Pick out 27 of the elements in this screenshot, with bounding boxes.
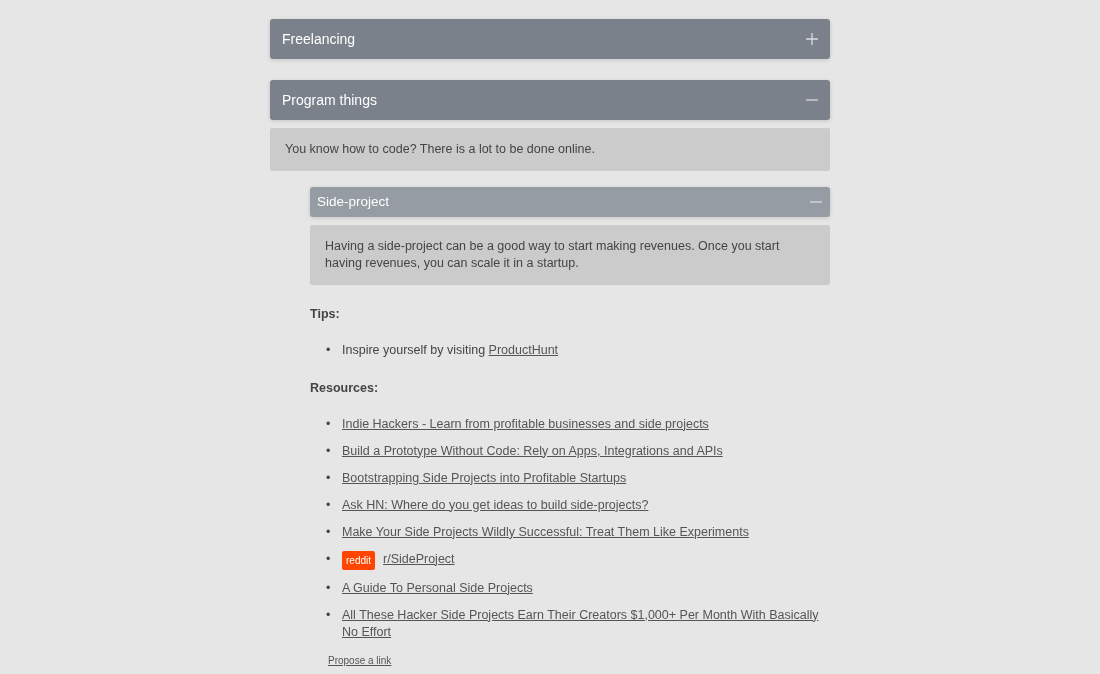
resource-link[interactable]: Bootstrapping Side Projects into Profitable Startups — [342, 469, 627, 487]
section-heading: Resources: — [310, 379, 380, 397]
link[interactable]: ProductHunt — [488, 342, 559, 357]
resource-link[interactable]: r/SideProject — [383, 550, 455, 568]
bullet: • — [326, 496, 332, 514]
bullet: • — [326, 579, 332, 597]
section-heading: Tips: — [310, 306, 341, 323]
description-panel: You know how to code? There is a lot to be done online. — [270, 128, 830, 171]
propose-link[interactable]: Propose a link — [328, 654, 392, 666]
accordion-header[interactable]: Freelancing — [270, 19, 830, 59]
bullet: • — [326, 550, 332, 568]
tip-text: Inspire yourself by visiting ProductHunt — [342, 341, 559, 359]
resource-link[interactable]: A Guide To Personal Side Projects — [342, 579, 533, 597]
bullet: • — [326, 606, 332, 624]
resource-link[interactable]: Indie Hackers - Learn from profitable businesses and side projects — [342, 415, 709, 433]
accordion-header[interactable]: Program things — [270, 80, 830, 120]
bullet: • — [326, 341, 332, 359]
tag: reddit — [342, 550, 375, 570]
description-panel: Having a side-project can be a good way to start making revenues. Once you start having revenues, you can scale it in a startup. — [310, 225, 830, 285]
bullet: • — [326, 442, 332, 460]
bullet: • — [326, 415, 332, 433]
bullet: • — [326, 523, 332, 541]
resource-link[interactable]: Ask HN: Where do you get ideas to build side-projects? — [342, 496, 649, 514]
resource-link[interactable]: Build a Prototype Without Code: Rely on Apps, Integrations and APIs — [342, 442, 723, 460]
resource-link[interactable]: All These Hacker Side Projects Earn Their Creators $1,000+ Per Month With Basically No Effort — [342, 606, 830, 641]
resource-link[interactable]: Make Your Side Projects Wildly Successful: Treat Them Like Experiments — [342, 523, 749, 541]
bullet: • — [326, 469, 332, 487]
